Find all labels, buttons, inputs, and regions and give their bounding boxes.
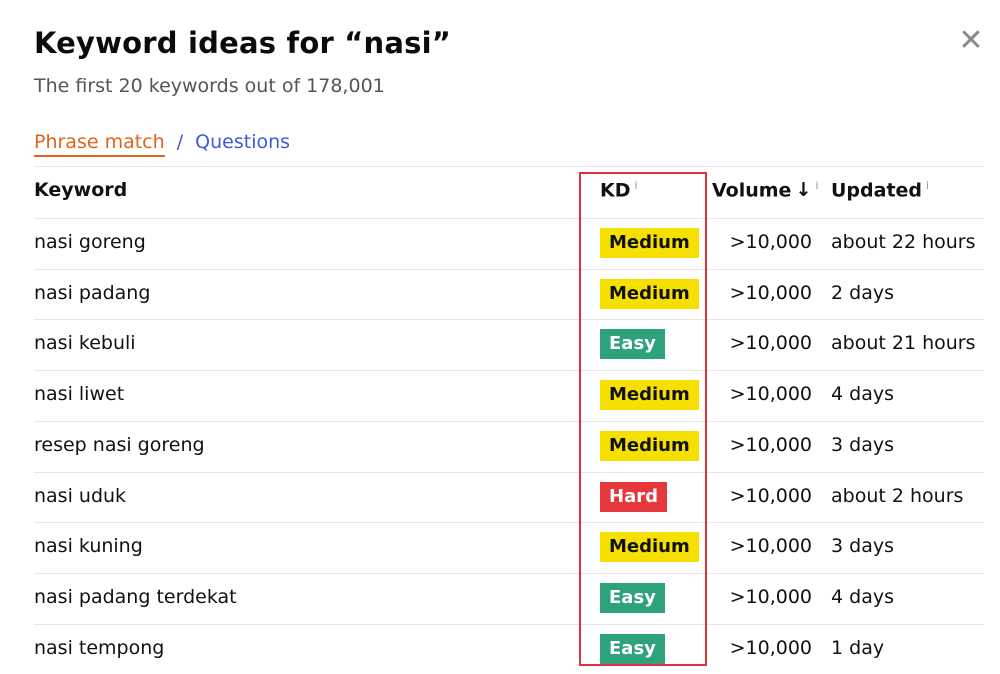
kd-badge: Easy [600, 329, 665, 360]
table-row[interactable]: nasi padang Medium >10,000 2 days [0, 269, 1000, 319]
updated-cell: 3 days [831, 433, 894, 456]
page-subtitle: The first 20 keywords out of 178,001 [34, 75, 385, 97]
table-row[interactable]: nasi kebuli Easy >10,000 about 21 hours [0, 319, 1000, 369]
updated-cell: about 2 hours [831, 484, 964, 507]
volume-cell: >10,000 [729, 585, 812, 608]
column-header-updated-label: Updated [831, 179, 923, 202]
keyword-cell[interactable]: nasi goreng [34, 231, 146, 253]
column-header-kd[interactable]: KD i [600, 179, 638, 201]
volume-cell: >10,000 [729, 332, 812, 355]
info-icon[interactable]: i [635, 179, 638, 192]
volume-cell: >10,000 [729, 281, 812, 304]
updated-cell: 1 day [831, 636, 885, 659]
close-icon[interactable]: ✕ [956, 26, 986, 56]
kd-badge: Hard [600, 481, 667, 512]
volume-cell: >10,000 [729, 484, 812, 507]
column-header-volume-label: Volume [712, 179, 792, 202]
tab-separator: / [176, 131, 184, 153]
keyword-cell[interactable]: nasi padang terdekat [34, 586, 237, 608]
header-top-divider [34, 166, 984, 167]
updated-cell: 2 days [831, 281, 894, 304]
table-row[interactable]: nasi uduk Hard >10,000 about 2 hours [0, 472, 1000, 522]
updated-cell: 4 days [831, 585, 894, 608]
kd-badge: Medium [600, 228, 699, 258]
kd-badge: Medium [600, 532, 699, 563]
table-row[interactable]: nasi kuning Medium >10,000 3 days [0, 522, 1000, 572]
kd-badge: Medium [600, 380, 699, 411]
page-title: Keyword ideas for “nasi” [34, 26, 451, 60]
table-row[interactable]: nasi liwet Medium >10,000 4 days [0, 370, 1000, 420]
table-row[interactable]: resep nasi goreng Medium >10,000 3 days [0, 421, 1000, 471]
updated-cell: about 22 hours [831, 231, 976, 253]
match-tabs: Phrase match / Questions [34, 131, 290, 157]
updated-cell: 4 days [831, 383, 894, 406]
kd-badge: Easy [600, 582, 665, 613]
keyword-cell[interactable]: nasi kebuli [34, 332, 136, 354]
keyword-cell[interactable]: nasi uduk [34, 485, 126, 507]
column-header-volume[interactable]: Volume ↓ i [712, 179, 818, 201]
column-header-keyword-label: Keyword [34, 179, 128, 201]
volume-cell: >10,000 [729, 636, 812, 659]
column-header-updated[interactable]: Updated i [831, 179, 929, 201]
info-icon[interactable]: i [815, 179, 818, 192]
column-header-kd-label: KD [600, 179, 631, 202]
table-row[interactable]: nasi padang terdekat Easy >10,000 4 days [0, 573, 1000, 623]
table-row[interactable]: nasi tempong Easy >10,000 1 day [0, 624, 1000, 674]
volume-cell: >10,000 [729, 383, 812, 406]
info-icon[interactable]: i [926, 179, 929, 192]
table-row[interactable]: nasi goreng Medium >10,000 about 22 hours [0, 218, 1000, 268]
keyword-cell[interactable]: nasi kuning [34, 535, 143, 557]
keyword-cell[interactable]: nasi liwet [34, 383, 124, 405]
column-header-keyword[interactable]: Keyword [34, 179, 127, 201]
keyword-cell[interactable]: nasi padang [34, 282, 150, 304]
updated-cell: about 21 hours [831, 332, 976, 355]
tab-questions[interactable]: Questions [195, 131, 290, 153]
sort-down-arrow-icon[interactable]: ↓ [795, 179, 811, 201]
tab-phrase-match[interactable]: Phrase match [34, 131, 165, 157]
volume-cell: >10,000 [729, 231, 812, 253]
volume-cell: >10,000 [729, 433, 812, 456]
kd-badge: Medium [600, 278, 699, 309]
keyword-cell[interactable]: resep nasi goreng [34, 434, 205, 456]
keyword-cell[interactable]: nasi tempong [34, 637, 164, 659]
kd-badge: Easy [600, 633, 665, 664]
volume-cell: >10,000 [729, 535, 812, 558]
kd-badge: Medium [600, 430, 699, 461]
updated-cell: 3 days [831, 535, 894, 558]
